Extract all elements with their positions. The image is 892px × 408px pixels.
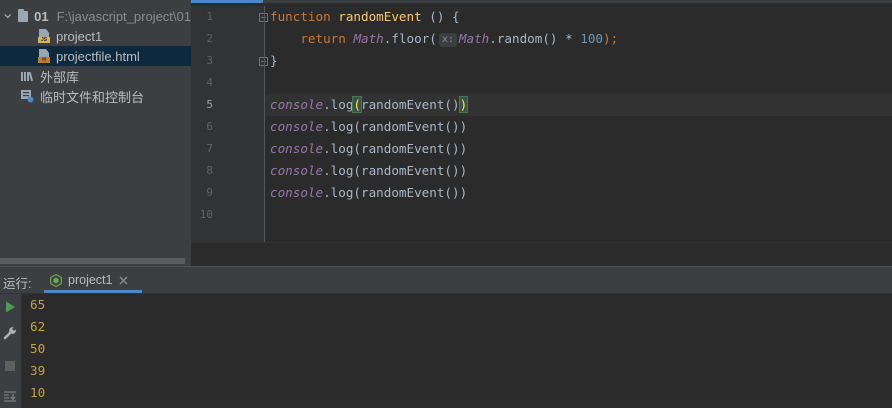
tree-item-external-libraries[interactable]: 外部库 [0, 66, 191, 86]
code-text: ( [353, 119, 362, 134]
method-log: .log [323, 185, 354, 200]
line-number: 1 [206, 10, 213, 23]
code-text: randomEvent() [361, 185, 460, 200]
object-console: console [270, 185, 324, 200]
code-text: randomEvent() [361, 119, 460, 134]
operator: * [557, 31, 581, 46]
number-literal: 100 [580, 31, 603, 46]
code-text: randomEvent() [361, 163, 460, 178]
method-log: .log [323, 119, 354, 134]
console-line: 65 [30, 297, 46, 312]
code-line-2[interactable]: return Math.floor(x: Math.random() * 100)… [270, 28, 618, 50]
code-text: ( [353, 185, 362, 200]
tree-root-folder[interactable]: 01 F:\javascript_project\01 [0, 6, 191, 26]
code-text: ( [353, 141, 362, 156]
code-line-6[interactable]: console.log(randomEvent()) [270, 116, 467, 138]
tree-item-project1[interactable]: JS project1 [0, 26, 191, 46]
object-math: Math [458, 31, 490, 46]
code-text: .random() [489, 31, 558, 46]
code-line-7[interactable]: console.log(randomEvent()) [270, 138, 467, 160]
js-file-icon: JS [38, 29, 50, 43]
method-log: .log [323, 97, 354, 112]
tree-item-label: 临时文件和控制台 [40, 89, 145, 105]
line-number: 6 [206, 120, 213, 133]
tree-horizontal-scrollbar[interactable] [0, 258, 185, 264]
external-libraries-icon [21, 71, 34, 82]
console-line: 50 [30, 341, 46, 356]
run-panel-label: 运行: [3, 277, 32, 291]
chevron-down-icon[interactable] [4, 11, 12, 21]
code-editor[interactable]: 1 2 3 4 5 6 7 8 9 10 function randomEven… [191, 0, 892, 267]
nodejs-icon [50, 273, 62, 287]
object-console: console [270, 141, 324, 156]
object-console: console [270, 119, 324, 134]
code-text: } [270, 53, 278, 68]
object-console: console [270, 163, 324, 178]
method-log: .log [323, 141, 354, 156]
run-icon[interactable] [3, 300, 17, 314]
console-line: 62 [30, 319, 46, 334]
object-math: Math [353, 31, 384, 46]
line-number: 4 [206, 76, 213, 89]
wrench-icon[interactable] [3, 326, 17, 340]
close-icon[interactable] [119, 276, 128, 285]
code-text: ); [603, 31, 619, 46]
parameter-hint: x: [438, 33, 457, 47]
code-text: ) [459, 185, 468, 200]
root-folder-name: 01 [34, 8, 49, 24]
scroll-to-end-icon[interactable] [3, 390, 17, 404]
line-number-current: 5 [206, 98, 213, 111]
matched-paren: ) [458, 96, 469, 113]
console-line: 10 [30, 385, 46, 400]
editor-tab-strip [263, 0, 892, 3]
code-text: .floor( [383, 31, 437, 46]
code-line-8[interactable]: console.log(randomEvent()) [270, 160, 467, 182]
line-number: 9 [206, 186, 213, 199]
line-number: 10 [199, 208, 213, 221]
code-line-3[interactable]: } [270, 50, 278, 72]
line-number: 8 [206, 164, 213, 177]
root-folder-path: F:\javascript_project\01 [56, 8, 191, 24]
matched-paren: ( [352, 96, 362, 113]
tree-item-label: project1 [56, 28, 103, 44]
folder-icon [17, 8, 29, 22]
html-file-icon: H [38, 49, 50, 63]
code-line-1[interactable]: function randomEvent () { [270, 6, 460, 28]
line-number: 2 [206, 32, 213, 45]
code-text: ) [459, 163, 468, 178]
code-text: ( [353, 163, 362, 178]
keyword-return: return [300, 31, 346, 46]
scratches-icon [21, 90, 34, 103]
code-line-5[interactable]: console.log(randomEvent()) [270, 94, 469, 116]
code-text: randomEvent() [361, 141, 460, 156]
code-text: ) [459, 141, 468, 156]
stop-icon[interactable] [3, 359, 17, 373]
console-line: 39 [30, 363, 46, 378]
tree-item-projectfile-html[interactable]: H projectfile.html [0, 46, 191, 66]
run-tab-active-indicator [44, 290, 142, 293]
gutter-separator [264, 6, 265, 242]
run-tab-label: project1 [68, 273, 113, 287]
tree-item-label: 外部库 [40, 69, 80, 85]
console-output[interactable]: 65 62 50 39 10 [22, 294, 892, 408]
editor-bottom-area [191, 242, 892, 267]
tree-item-label: projectfile.html [56, 48, 140, 64]
code-line-9[interactable]: console.log(randomEvent()) [270, 182, 467, 204]
project-tree: 01 F:\javascript_project\01 JS project1 … [0, 0, 191, 266]
run-toolbar [0, 294, 22, 408]
code-text: ) [459, 119, 468, 134]
tree-item-scratches[interactable]: 临时文件和控制台 [0, 86, 191, 106]
method-log: .log [323, 163, 354, 178]
run-panel-header: 运行: project1 [0, 267, 892, 294]
line-number: 7 [206, 142, 213, 155]
code-text: randomEvent() [361, 97, 460, 112]
code-text: () { [421, 9, 460, 24]
editor-tab-indicator [191, 0, 263, 3]
object-console: console [270, 97, 324, 112]
line-number-gutter: 1 2 3 4 5 6 7 8 9 10 [191, 6, 268, 242]
function-name: randomEvent [338, 9, 422, 24]
line-number: 3 [206, 54, 213, 67]
keyword-function: function [270, 9, 331, 24]
